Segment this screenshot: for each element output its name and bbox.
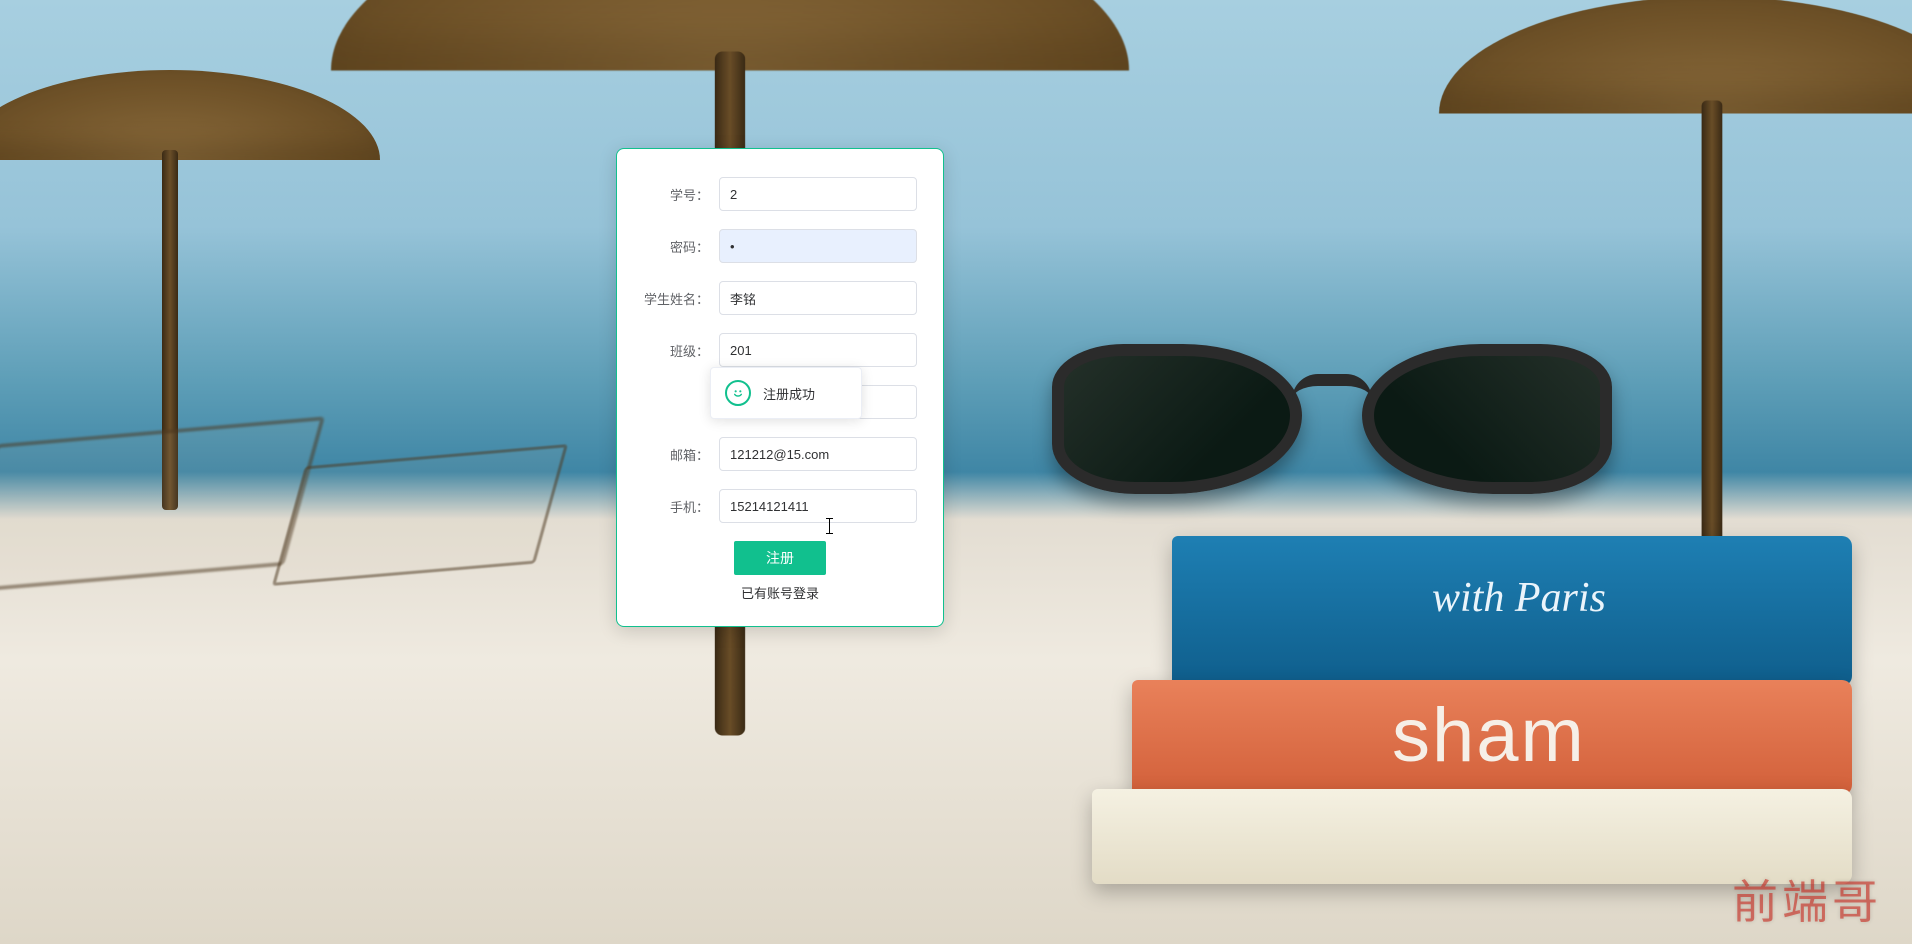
label-class: 班级： bbox=[643, 341, 719, 360]
input-phone[interactable] bbox=[719, 489, 917, 523]
login-link[interactable]: 已有账号登录 bbox=[643, 583, 917, 602]
field-row-student-id: 学号： bbox=[643, 177, 917, 211]
lounger-deco bbox=[272, 444, 568, 586]
sunglasses-deco bbox=[1052, 344, 1612, 514]
input-name[interactable] bbox=[719, 281, 917, 315]
field-row-class: 班级： bbox=[643, 333, 917, 367]
field-row-name: 学生姓名： bbox=[643, 281, 917, 315]
text-cursor-icon bbox=[829, 518, 830, 534]
label-student-id: 学号： bbox=[643, 185, 719, 204]
input-password[interactable] bbox=[719, 229, 917, 263]
input-class[interactable] bbox=[719, 333, 917, 367]
toast-text: 注册成功 bbox=[763, 384, 815, 403]
input-email[interactable] bbox=[719, 437, 917, 471]
input-student-id[interactable] bbox=[719, 177, 917, 211]
umbrella-deco bbox=[1439, 0, 1912, 114]
label-phone: 手机： bbox=[643, 497, 719, 516]
books-deco bbox=[1092, 536, 1852, 884]
field-row-phone: 手机： bbox=[643, 489, 917, 523]
success-toast: 注册成功 bbox=[710, 367, 862, 419]
smile-icon bbox=[725, 380, 751, 406]
label-name: 学生姓名： bbox=[643, 289, 719, 308]
field-row-email: 邮箱： bbox=[643, 437, 917, 471]
label-password: 密码： bbox=[643, 237, 719, 256]
umbrella-deco bbox=[0, 70, 380, 160]
register-button[interactable]: 注册 bbox=[734, 541, 826, 575]
umbrella-deco bbox=[331, 0, 1129, 71]
watermark-text: 前端哥 bbox=[1732, 866, 1882, 932]
label-email: 邮箱： bbox=[643, 445, 719, 464]
background-scene bbox=[0, 0, 1912, 944]
field-row-password: 密码： bbox=[643, 229, 917, 263]
